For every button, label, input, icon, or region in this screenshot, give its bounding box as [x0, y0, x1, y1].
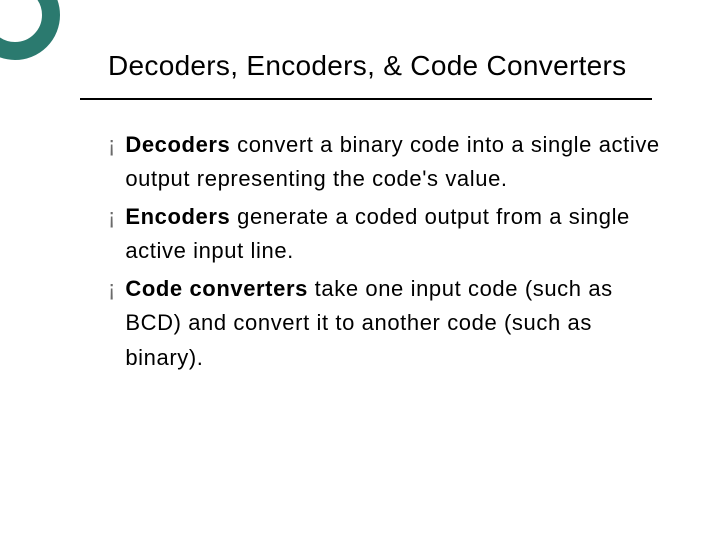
slide-title: Decoders, Encoders, & Code Converters — [108, 50, 626, 82]
list-item: ¡ Code converters take one input code (s… — [108, 272, 668, 374]
bullet-text: Decoders convert a binary code into a si… — [125, 128, 668, 196]
title-underline — [80, 98, 652, 100]
bullet-term: Code converters — [125, 276, 308, 301]
bullet-term: Encoders — [125, 204, 230, 229]
bullet-term: Decoders — [125, 132, 230, 157]
bullet-text: Code converters take one input code (suc… — [125, 272, 668, 374]
bullet-marker-icon: ¡ — [108, 200, 115, 234]
bullet-marker-icon: ¡ — [108, 272, 115, 306]
bullet-marker-icon: ¡ — [108, 128, 115, 162]
list-item: ¡ Decoders convert a binary code into a … — [108, 128, 668, 196]
bullet-text: Encoders generate a coded output from a … — [125, 200, 668, 268]
bullet-list: ¡ Decoders convert a binary code into a … — [108, 128, 668, 379]
corner-circle-decoration — [0, 0, 60, 60]
list-item: ¡ Encoders generate a coded output from … — [108, 200, 668, 268]
